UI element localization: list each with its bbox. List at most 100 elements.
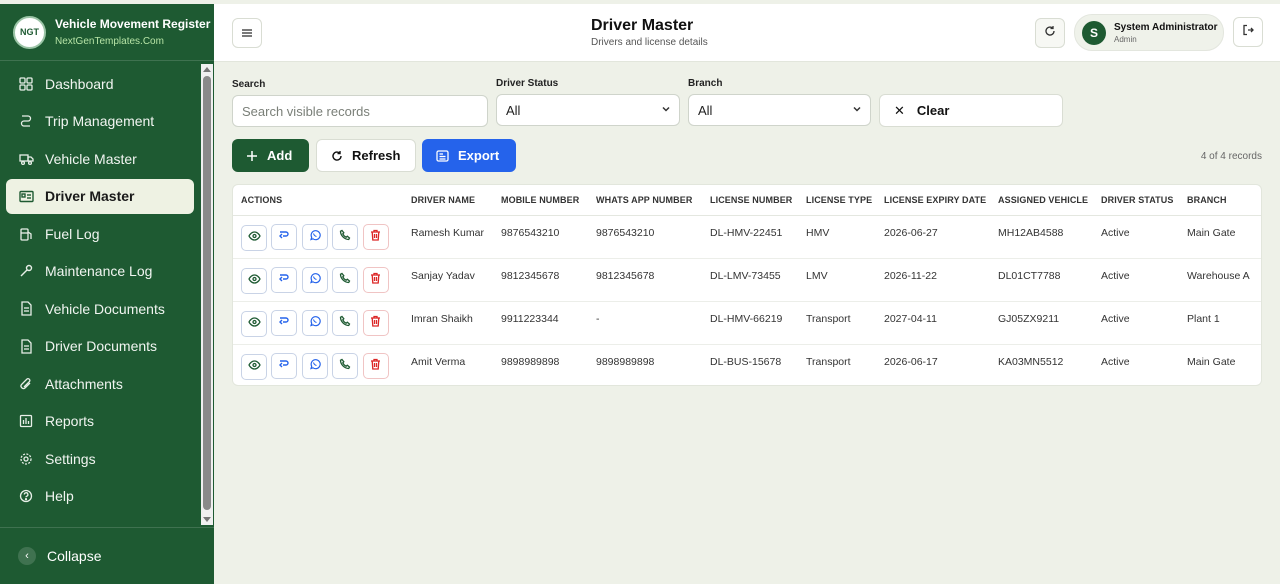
- export-button[interactable]: Export: [422, 139, 516, 172]
- export-icon: [436, 149, 449, 162]
- clear-button[interactable]: ✕ Clear: [879, 94, 1063, 127]
- route-icon: [278, 230, 290, 244]
- delete-button[interactable]: [362, 266, 389, 293]
- column-header[interactable]: LICENSE NUMBER: [702, 185, 798, 216]
- paperclip-icon: [18, 376, 34, 392]
- sidebar-nav: Dashboard Trip Management Vehicle Master…: [0, 66, 200, 522]
- license-expiry-cell: 2026-06-27: [876, 215, 990, 259]
- sidebar-scrollbar[interactable]: [201, 64, 213, 525]
- search-input[interactable]: Search visible records: [232, 95, 488, 127]
- branch-select[interactable]: All: [688, 94, 871, 126]
- sidebar-item-maintenance-log[interactable]: Maintenance Log: [6, 254, 194, 289]
- driver-name-cell: Imran Shaikh: [403, 301, 493, 345]
- column-header[interactable]: WHATS APP NUMBER: [588, 185, 702, 216]
- sidebar-item-help[interactable]: Help: [6, 479, 194, 514]
- sidebar-item-fuel-log[interactable]: Fuel Log: [6, 216, 194, 251]
- driver-name-cell: Sanjay Yadav: [403, 258, 493, 302]
- brand: NGT Vehicle Movement Register NextGenTem…: [0, 4, 214, 61]
- sidebar-item-vehicle-documents[interactable]: Vehicle Documents: [6, 291, 194, 326]
- assigned-vehicle-cell: DL01CT7788: [990, 258, 1093, 302]
- sidebar-item-driver-documents[interactable]: Driver Documents: [6, 329, 194, 364]
- call-button[interactable]: [332, 352, 359, 379]
- sidebar-item-dashboard[interactable]: Dashboard: [6, 66, 194, 101]
- delete-button[interactable]: [362, 309, 389, 336]
- logout-button[interactable]: [1233, 17, 1263, 47]
- whatsapp-button[interactable]: [301, 223, 328, 250]
- license-expiry-cell: 2026-11-22: [876, 258, 990, 302]
- sidebar-item-trip-management[interactable]: Trip Management: [6, 104, 194, 139]
- view-button[interactable]: [241, 224, 267, 251]
- call-button[interactable]: [332, 223, 359, 250]
- user-menu[interactable]: S System Administrator Admin: [1074, 14, 1224, 51]
- whatsapp-button[interactable]: [301, 266, 328, 293]
- whatsapp-number-cell: -: [588, 301, 702, 345]
- sidebar-item-label: Fuel Log: [45, 225, 100, 242]
- driver-status-select[interactable]: All: [496, 94, 680, 126]
- sidebar: NGT Vehicle Movement Register NextGenTem…: [0, 4, 214, 584]
- document-icon: [18, 338, 34, 354]
- phone-icon: [339, 315, 351, 330]
- refresh-button[interactable]: Refresh: [316, 139, 416, 172]
- table-row: Amit Verma 9898989898 9898989898 DL-BUS-…: [233, 344, 1261, 385]
- sidebar-item-reports[interactable]: Reports: [6, 404, 194, 439]
- assign-button[interactable]: [271, 310, 298, 336]
- document-icon: [18, 301, 34, 317]
- sidebar-item-label: Maintenance Log: [45, 263, 153, 279]
- sidebar-item-driver-master[interactable]: Driver Master: [6, 178, 194, 214]
- reload-button[interactable]: [1035, 18, 1065, 48]
- add-label: Add: [267, 148, 293, 163]
- chevron-down-icon: [852, 104, 862, 117]
- view-button[interactable]: [241, 267, 267, 294]
- branch-label: Branch: [688, 78, 723, 89]
- sidebar-item-label: Vehicle Master: [45, 150, 137, 167]
- column-header[interactable]: LICENSE TYPE: [798, 185, 876, 216]
- call-button[interactable]: [332, 309, 359, 336]
- sidebar-item-label: Driver Documents: [45, 338, 158, 354]
- delete-button[interactable]: [362, 223, 389, 250]
- gear-icon: [18, 451, 34, 467]
- assign-button[interactable]: [271, 353, 298, 379]
- mobile-number-cell: 9898989898: [501, 355, 560, 368]
- branch-cell: Main Gate: [1179, 215, 1261, 259]
- sidebar-item-attachments[interactable]: Attachments: [6, 366, 194, 401]
- column-header[interactable]: ASSIGNED VEHICLE: [990, 185, 1093, 216]
- record-count: 4 of 4 records: [1200, 151, 1262, 162]
- eye-icon: [247, 231, 261, 244]
- assign-button[interactable]: [271, 267, 298, 293]
- scrollbar-thumb[interactable]: [203, 76, 211, 510]
- menu-toggle-button[interactable]: [232, 18, 262, 48]
- app-subtitle[interactable]: NextGenTemplates.Com: [55, 36, 210, 47]
- column-header[interactable]: LICENSE EXPIRY DATE: [876, 185, 990, 216]
- driver-status-label: Driver Status: [496, 78, 559, 89]
- collapse-button[interactable]: ‹ Collapse: [0, 527, 214, 584]
- whatsapp-button[interactable]: [301, 309, 328, 336]
- trash-icon: [370, 358, 381, 373]
- add-button[interactable]: Add: [232, 139, 309, 172]
- export-label: Export: [458, 148, 500, 163]
- mobile-number-cell: 9876543210: [493, 215, 588, 259]
- delete-button[interactable]: [362, 352, 389, 379]
- sidebar-item-vehicle-master[interactable]: Vehicle Master: [6, 141, 194, 176]
- refresh-icon: [1044, 24, 1056, 42]
- branch-cell: Main Gate: [1187, 355, 1236, 368]
- view-button[interactable]: [241, 310, 267, 337]
- column-header[interactable]: BRANCH: [1179, 185, 1261, 216]
- sidebar-item-label: Attachments: [45, 375, 123, 392]
- bar-chart-icon: [18, 413, 34, 429]
- column-header[interactable]: DRIVER STATUS: [1093, 185, 1179, 216]
- assign-button[interactable]: [271, 224, 298, 250]
- column-header[interactable]: MOBILE NUMBER: [493, 185, 588, 216]
- row-actions: [233, 301, 403, 345]
- whatsapp-button[interactable]: [301, 352, 328, 379]
- column-header[interactable]: DRIVER NAME: [403, 185, 493, 216]
- whatsapp-icon: [309, 272, 321, 287]
- call-button[interactable]: [332, 266, 359, 293]
- mobile-number-cell: 9812345678: [493, 258, 588, 302]
- grid-icon: [18, 76, 34, 92]
- sidebar-item-settings[interactable]: Settings: [6, 441, 194, 476]
- scroll-down-arrow[interactable]: [203, 517, 211, 522]
- scroll-up-arrow[interactable]: [203, 67, 211, 72]
- driver-name-cell: Ramesh Kumar: [403, 215, 493, 259]
- view-button[interactable]: [241, 353, 267, 380]
- license-type-cell: HMV: [798, 215, 876, 259]
